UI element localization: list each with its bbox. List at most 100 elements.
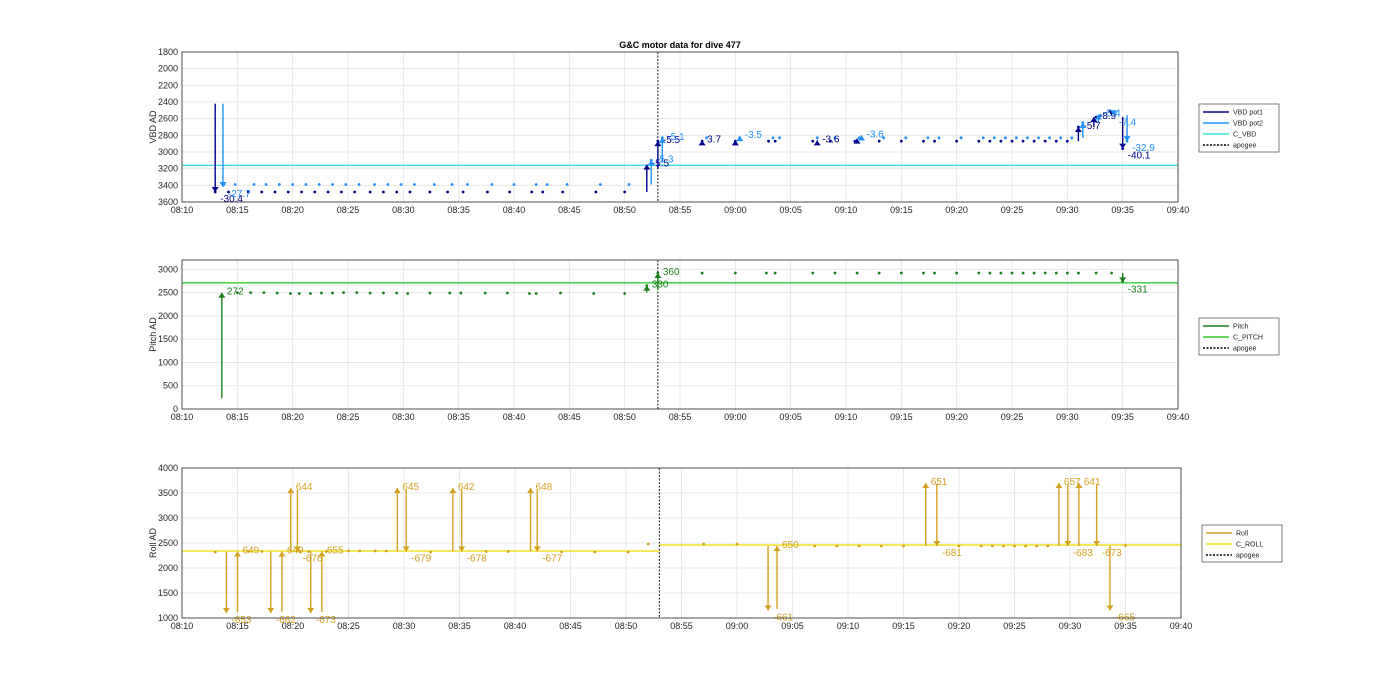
data-point xyxy=(331,291,334,295)
data-point xyxy=(959,136,963,140)
data-point xyxy=(877,271,881,275)
data-point xyxy=(879,544,883,548)
x-tick-label: 09:05 xyxy=(779,205,802,215)
data-point xyxy=(1002,544,1005,548)
y-tick-label: 1800 xyxy=(158,47,178,57)
data-point xyxy=(933,139,936,143)
legend: Roll C_ROLLapogee xyxy=(1201,524,1283,563)
data-point xyxy=(260,190,264,194)
arrow-label: -662 xyxy=(276,615,296,626)
data-point xyxy=(767,139,770,143)
data-point xyxy=(813,544,817,548)
figure: G&C motor data for dive 477 08:10 08:15 08… xyxy=(148,40,1283,631)
data-point xyxy=(979,544,983,548)
data-point xyxy=(988,271,992,275)
data-point xyxy=(344,183,348,186)
data-point xyxy=(1010,271,1014,275)
legend-entry: Pitch xyxy=(1233,324,1249,331)
arrow-label: -681 xyxy=(942,548,962,559)
arrow-label: -653 xyxy=(231,615,251,626)
x-tick-label: 09:25 xyxy=(1001,205,1024,215)
arrow-label: 642 xyxy=(458,482,475,493)
x-tick-label: 08:35 xyxy=(447,412,470,422)
data-point xyxy=(262,291,266,294)
data-point xyxy=(559,291,562,295)
x-tick-label: 09:20 xyxy=(948,621,971,631)
y-tick-label: 1500 xyxy=(158,334,178,344)
y-tick-label: 2500 xyxy=(158,288,178,298)
x-tick-label: 08:25 xyxy=(337,412,360,422)
y-tick-label: 1500 xyxy=(158,588,178,598)
data-point xyxy=(273,190,277,194)
x-tick-label: 08:35 xyxy=(447,205,470,215)
arrow-label: 360 xyxy=(663,267,680,278)
chart-title: G&C motor data for dive 477 xyxy=(619,40,741,50)
data-point xyxy=(1003,136,1007,140)
data-point xyxy=(308,292,312,295)
x-tick-label: 09:35 xyxy=(1111,205,1134,215)
data-point xyxy=(317,183,321,186)
data-point xyxy=(565,183,569,186)
y-tick-label: 4000 xyxy=(158,463,178,473)
data-point xyxy=(342,291,345,294)
data-point xyxy=(530,190,534,194)
data-point xyxy=(977,271,981,275)
data-point xyxy=(368,291,372,295)
y-tick-label: 2200 xyxy=(158,80,178,90)
x-tick-label: 09:15 xyxy=(890,412,913,422)
arrow-label: 3.7 xyxy=(707,134,721,145)
x-tick-label: 09:25 xyxy=(1001,412,1024,422)
arrow-label: -32.9 xyxy=(1132,143,1155,154)
data-point xyxy=(382,190,385,194)
data-point xyxy=(320,291,323,295)
x-tick-label: 08:20 xyxy=(281,205,304,215)
data-point xyxy=(408,190,412,194)
arrow-label: -673 xyxy=(316,615,336,626)
x-tick-label: 08:15 xyxy=(226,205,249,215)
data-point xyxy=(264,183,268,186)
x-tick-label: 09:15 xyxy=(890,205,913,215)
arrow-label: -678 xyxy=(467,554,487,565)
data-point xyxy=(355,291,359,294)
data-point xyxy=(291,183,295,186)
data-point xyxy=(1094,271,1098,275)
y-tick-label: 0 xyxy=(173,404,178,414)
x-tick-label: 09:15 xyxy=(892,621,915,631)
data-point xyxy=(428,291,432,295)
data-point xyxy=(347,549,350,553)
y-axis-label: VBD AD xyxy=(148,110,158,144)
arrow-label: 655 xyxy=(327,546,344,557)
data-point xyxy=(459,291,463,295)
data-point xyxy=(286,190,290,194)
y-axis-label: Pitch AD xyxy=(148,317,158,352)
x-tick-label: 09:40 xyxy=(1170,621,1193,631)
data-point xyxy=(1054,271,1058,275)
data-point xyxy=(331,183,334,186)
arrow-label: -3.6 xyxy=(866,129,884,140)
data-point xyxy=(773,271,777,275)
x-tick-label: 09:00 xyxy=(724,205,747,215)
data-point xyxy=(955,271,959,275)
data-point xyxy=(275,291,279,295)
x-tick-label: 09:00 xyxy=(724,412,747,422)
data-point xyxy=(1037,136,1040,140)
x-tick-label: 09:30 xyxy=(1056,205,1079,215)
x-tick-label: 08:50 xyxy=(615,621,638,631)
data-point xyxy=(395,291,399,295)
x-tick-label: 08:35 xyxy=(448,621,471,631)
legend: VBD pot1 VBD pot2 C_VBDapogee xyxy=(1198,103,1280,153)
y-tick-label: 3200 xyxy=(158,164,178,174)
data-point xyxy=(778,136,781,140)
data-point xyxy=(399,183,403,186)
data-point xyxy=(561,190,565,194)
x-tick-label: 09:40 xyxy=(1167,412,1190,422)
arrow-label: 272 xyxy=(227,287,244,298)
arrow-label: -5.1 xyxy=(667,132,685,143)
data-point xyxy=(486,190,489,194)
data-point xyxy=(313,190,317,194)
data-point xyxy=(373,549,377,553)
data-point xyxy=(358,549,361,553)
data-point xyxy=(1065,271,1069,275)
data-point xyxy=(1059,136,1063,140)
data-point xyxy=(1043,271,1047,275)
